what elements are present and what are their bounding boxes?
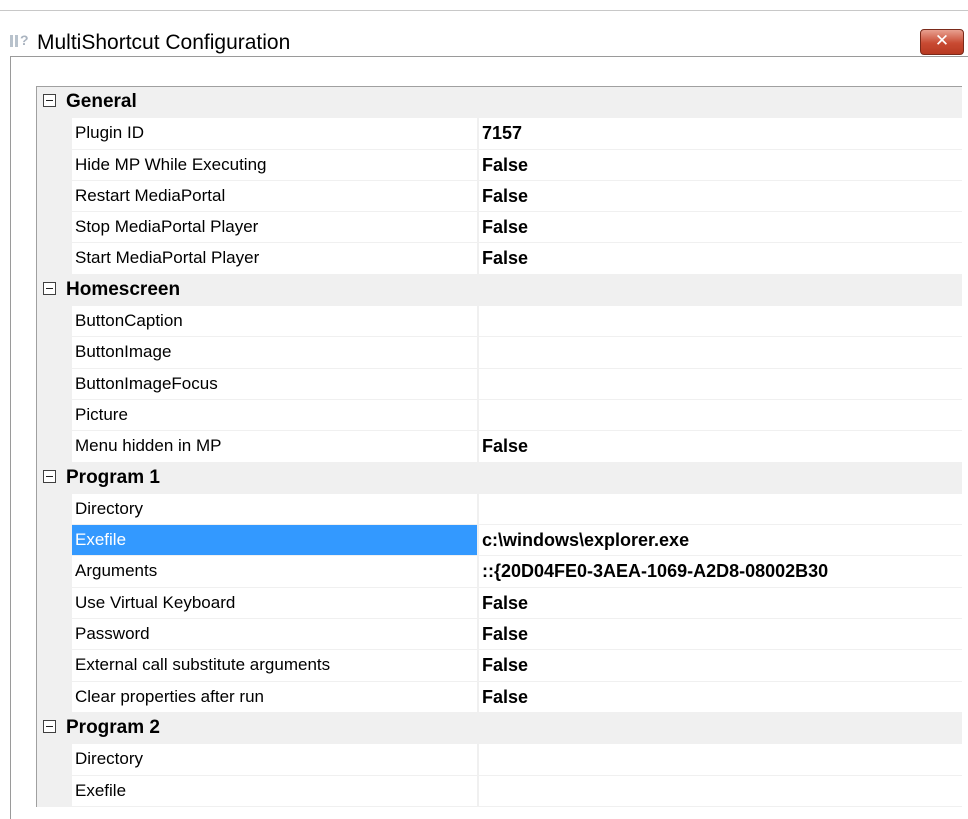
property-grid[interactable]: General Plugin ID 7157 Hide MP While Execut… [36, 86, 962, 807]
property-row[interactable]: Hide MP While Executing False [37, 149, 962, 181]
property-value[interactable] [479, 744, 962, 775]
property-name[interactable]: Arguments [72, 556, 478, 587]
property-value[interactable] [479, 775, 962, 806]
title-bar[interactable]: ? MultiShortcut Configuration ✕ [0, 10, 968, 57]
window-title: MultiShortcut Configuration [37, 31, 291, 54]
property-value[interactable] [479, 368, 962, 399]
property-value[interactable]: False [479, 180, 962, 212]
property-value[interactable]: False [479, 681, 962, 712]
property-name[interactable]: Restart MediaPortal [72, 180, 478, 212]
collapse-toggle-icon[interactable] [43, 281, 56, 295]
property-value[interactable] [479, 399, 962, 431]
property-row[interactable]: ButtonCaption [37, 306, 962, 338]
collapse-toggle-icon[interactable] [43, 719, 56, 733]
client-area: General Plugin ID 7157 Hide MP While Execut… [10, 56, 968, 819]
collapse-toggle-icon[interactable] [43, 469, 56, 483]
property-row[interactable]: Exefile c:\windows\explorer.exe [37, 525, 962, 557]
window-top-strip [0, 0, 968, 10]
property-value[interactable]: False [479, 212, 962, 243]
category-row[interactable]: Homescreen [37, 274, 962, 307]
property-name[interactable]: ButtonImageFocus [72, 368, 478, 399]
property-row[interactable]: Exefile [37, 775, 962, 807]
category-label: Program 2 [66, 716, 160, 738]
property-value[interactable]: False [479, 149, 962, 180]
property-row[interactable]: ButtonImageFocus [37, 368, 962, 400]
collapse-toggle-icon[interactable] [43, 94, 56, 107]
property-name[interactable]: Start MediaPortal Player [72, 243, 478, 274]
property-value[interactable]: False [479, 431, 962, 462]
close-icon: ✕ [934, 31, 950, 51]
close-button[interactable]: ✕ [920, 29, 964, 55]
property-value[interactable] [479, 493, 962, 525]
property-row[interactable]: Start MediaPortal Player False [37, 243, 962, 275]
property-row[interactable]: Picture [37, 399, 962, 432]
property-name[interactable]: External call substitute arguments [72, 650, 478, 681]
property-name[interactable]: Exefile [72, 525, 478, 556]
property-row[interactable]: Use Virtual Keyboard False [37, 587, 962, 620]
category-label: Homescreen [66, 278, 181, 300]
category-row[interactable]: General [37, 87, 962, 119]
property-name[interactable]: Use Virtual Keyboard [72, 587, 478, 619]
property-name[interactable]: Plugin ID [72, 118, 478, 149]
property-name[interactable]: Picture [72, 399, 478, 431]
property-value[interactable] [479, 306, 962, 337]
property-row[interactable]: ButtonImage [37, 337, 962, 369]
property-name[interactable]: Menu hidden in MP [72, 431, 478, 462]
property-value[interactable]: 7157 [479, 118, 962, 149]
category-row[interactable]: Program 2 [37, 712, 962, 745]
property-row[interactable]: Directory [37, 493, 962, 526]
property-value[interactable] [479, 337, 962, 368]
category-row[interactable]: Program 1 [37, 462, 962, 494]
property-name[interactable]: Password [72, 619, 478, 650]
property-value[interactable]: ::{20D04FE0-3AEA-1069-A2D8-08002B30 [479, 556, 962, 587]
app-icon: ? [10, 32, 38, 50]
property-name[interactable]: Clear properties after run [72, 681, 478, 712]
property-row[interactable]: Menu hidden in MP False [37, 431, 962, 463]
property-row[interactable]: Arguments::{20D04FE0-3AEA-1069-A2D8-0800… [37, 556, 962, 588]
property-row[interactable]: Password False [37, 619, 962, 651]
property-value[interactable]: False [479, 650, 962, 681]
property-value[interactable]: c:\windows\explorer.exe [479, 525, 962, 556]
property-name[interactable]: Directory [72, 744, 478, 775]
property-name[interactable]: Exefile [72, 775, 478, 806]
property-row[interactable]: Stop MediaPortal Player False [37, 212, 962, 244]
property-value[interactable]: False [479, 587, 962, 619]
property-name[interactable]: ButtonImage [72, 337, 478, 368]
category-label: Program 1 [66, 466, 160, 488]
property-name[interactable]: ButtonCaption [72, 306, 478, 337]
property-name[interactable]: Directory [72, 493, 478, 525]
category-label: General [66, 91, 137, 112]
property-value[interactable]: False [479, 619, 962, 650]
property-row[interactable]: Clear properties after run False [37, 681, 962, 713]
property-row[interactable]: External call substitute arguments False [37, 650, 962, 682]
property-name[interactable]: Stop MediaPortal Player [72, 212, 478, 243]
property-row[interactable]: Restart MediaPortal False [37, 180, 962, 213]
property-value[interactable]: False [479, 243, 962, 274]
property-row[interactable]: Plugin ID 7157 [37, 118, 962, 150]
property-name[interactable]: Hide MP While Executing [72, 149, 478, 180]
property-row[interactable]: Directory [37, 744, 962, 776]
config-window: ? MultiShortcut Configuration ✕ General P… [0, 0, 968, 819]
